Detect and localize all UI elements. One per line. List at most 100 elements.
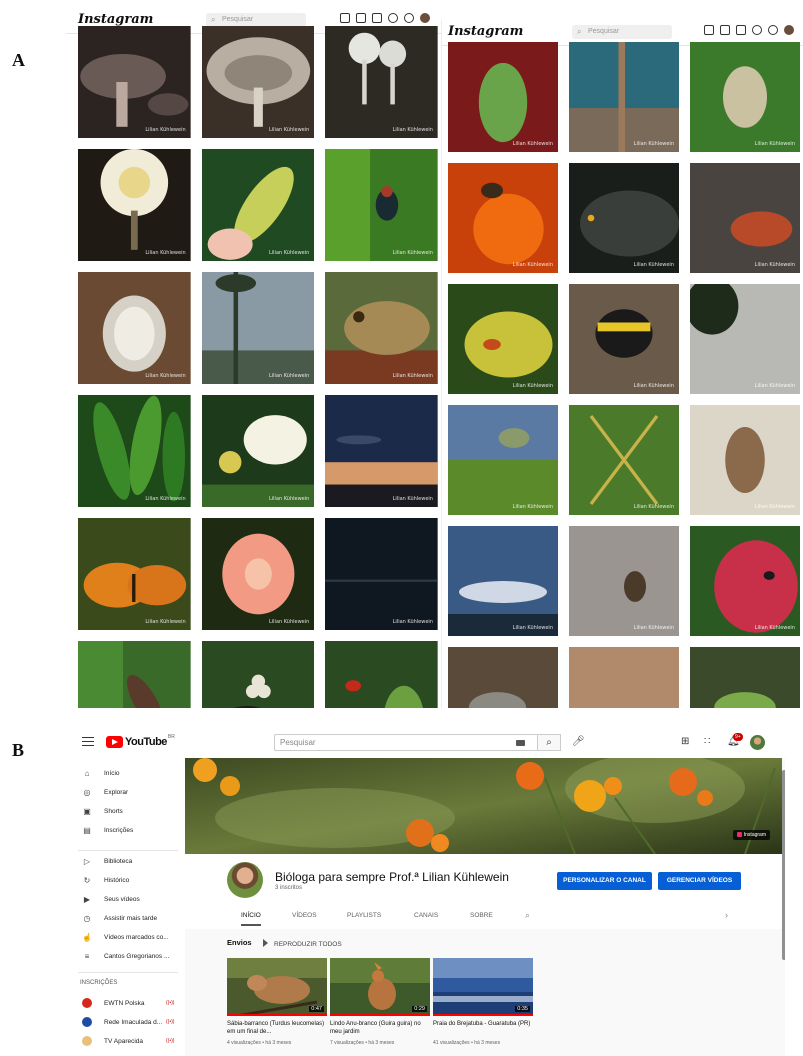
microphone-icon[interactable]: 🎤︎ xyxy=(572,736,585,747)
photo-tile-l10[interactable]: Lilian Kühlewein xyxy=(78,395,191,507)
subscription-item[interactable]: Rede Imaculada d... ((•)) xyxy=(70,1015,185,1029)
sidebar-item[interactable]: ↻ Histórico xyxy=(70,873,185,887)
tab-channels[interactable]: CANAIS xyxy=(414,912,438,919)
video-thumbnail[interactable]: 0:47 xyxy=(227,958,327,1016)
photo-tile-l7[interactable]: Lilian Kühlewein xyxy=(78,272,191,384)
photo-watermark: Lilian Kühlewein xyxy=(268,373,310,379)
page-scrollbar[interactable] xyxy=(782,770,785,960)
heart-icon[interactable] xyxy=(404,13,414,23)
sidebar-item[interactable]: ▤ Inscrições xyxy=(70,823,185,837)
heart-icon[interactable] xyxy=(768,25,778,35)
video-card[interactable]: 0:47 Sábia-barranco (Turdus leucomelas) … xyxy=(227,958,327,1046)
photo-tile-l14[interactable]: Lilian Kühlewein xyxy=(201,518,315,630)
video-thumbnail[interactable]: 0:35 xyxy=(433,958,533,1016)
home-icon[interactable] xyxy=(704,25,714,35)
photo-tile-l11[interactable]: Lilian Kühlewein xyxy=(201,395,315,507)
account-avatar[interactable] xyxy=(750,735,765,750)
tab-home[interactable]: INÍCIO xyxy=(241,912,261,926)
profile-avatar[interactable] xyxy=(420,13,430,23)
search-input[interactable]: Pesquisar xyxy=(206,13,306,27)
photo-tile-r4[interactable]: Lilian Kühlewein xyxy=(448,163,558,273)
sidebar-item[interactable]: ☝ Vídeos marcados co... xyxy=(70,930,185,944)
keyboard-icon[interactable] xyxy=(516,740,525,746)
photo-tile-r14[interactable]: Lilian Kühlewein xyxy=(569,526,679,636)
photo-tile-r10[interactable]: Lilian Kühlewein xyxy=(448,405,558,515)
photo-tile-l3[interactable]: Lilian Kühlewein xyxy=(325,26,438,138)
photo-tile-l2[interactable]: Lilian Kühlewein xyxy=(201,26,315,138)
photo-tile-r6[interactable]: Lilian Kühlewein xyxy=(690,163,800,273)
sidebar-item-label: Explorar xyxy=(104,788,129,796)
photo-tile-l18[interactable]: Lilian Kühlewein xyxy=(325,641,438,708)
search-input[interactable]: Pesquisar xyxy=(274,734,538,751)
tab-about[interactable]: SOBRE xyxy=(470,912,493,919)
channel-avatar[interactable] xyxy=(227,862,263,898)
subscription-item[interactable]: EWTN Polska ((•)) xyxy=(70,996,185,1010)
photo-tile-l8[interactable]: Lilian Kühlewein xyxy=(201,272,315,384)
manage-videos-button[interactable]: GERENCIAR VÍDEOS xyxy=(658,872,741,890)
video-title[interactable]: Lindo Anu-branco (Guira guira) no meu ja… xyxy=(330,1020,430,1036)
sidebar-item[interactable]: ⌂ Início xyxy=(70,766,185,780)
direct-icon[interactable] xyxy=(720,25,730,35)
photo-tile-l1[interactable]: Lilian Kühlewein xyxy=(78,26,191,138)
apps-icon[interactable]: ∷ xyxy=(704,736,710,747)
photo-tile-l12[interactable]: Lilian Kühlewein xyxy=(325,395,438,507)
create-video-icon[interactable]: ⊞ xyxy=(681,736,689,747)
customize-channel-button[interactable]: PERSONALIZAR O CANAL xyxy=(557,872,652,890)
new-post-icon[interactable] xyxy=(736,25,746,35)
photo-tile-r16[interactable]: Lilian Kühlewein xyxy=(448,647,558,708)
sidebar-item[interactable]: ◷ Assistir mais tarde xyxy=(70,911,185,925)
sidebar-item[interactable]: ▶ Seus vídeos xyxy=(70,892,185,906)
youtube-logo[interactable]: YouTube BR xyxy=(106,734,175,748)
profile-avatar[interactable] xyxy=(784,25,794,35)
new-post-icon[interactable] xyxy=(372,13,382,23)
photo-tile-l15[interactable]: Lilian Kühlewein xyxy=(325,518,438,630)
video-title[interactable]: Sábia-barranco (Turdus leucomelas) em um… xyxy=(227,1020,327,1036)
photo-tile-r7[interactable]: Lilian Kühlewein xyxy=(448,284,558,394)
photo-tile-l4[interactable]: Lilian Kühlewein xyxy=(78,149,191,261)
tab-videos[interactable]: VÍDEOS xyxy=(292,912,317,919)
explore-icon[interactable] xyxy=(388,13,398,23)
tab-playlists[interactable]: PLAYLISTS xyxy=(347,912,381,919)
photo-tile-r8[interactable]: Lilian Kühlewein xyxy=(569,284,679,394)
photo-tile-r3[interactable]: Lilian Kühlewein xyxy=(690,42,800,152)
photo-tile-r15[interactable]: Lilian Kühlewein xyxy=(690,526,800,636)
search-input[interactable]: Pesquisar xyxy=(572,25,672,39)
play-all-button[interactable]: REPRODUZIR TODOS xyxy=(263,939,342,948)
menu-icon[interactable] xyxy=(82,737,94,746)
photo-image xyxy=(325,149,438,261)
chevron-right-icon[interactable]: › xyxy=(725,910,728,920)
photo-tile-r2[interactable]: Lilian Kühlewein xyxy=(569,42,679,152)
search-button[interactable]: ⌕ xyxy=(538,734,561,751)
instagram-link[interactable]: Instagram xyxy=(732,830,770,840)
sidebar-item[interactable]: ▣ Shorts xyxy=(70,804,185,818)
home-icon[interactable] xyxy=(340,13,350,23)
channel-search-icon[interactable]: ⌕ xyxy=(525,910,530,921)
photo-image xyxy=(569,284,679,394)
sidebar-item[interactable]: ≡ Cantos Gregorianos ... xyxy=(70,949,185,963)
photo-tile-r13[interactable]: Lilian Kühlewein xyxy=(448,526,558,636)
explore-icon[interactable] xyxy=(752,25,762,35)
photo-tile-l9[interactable]: Lilian Kühlewein xyxy=(325,272,438,384)
photo-tile-l17[interactable]: Lilian Kühlewein xyxy=(201,641,315,708)
subscription-item[interactable]: TV Aparecida ((•)) xyxy=(70,1034,185,1048)
sidebar-item[interactable]: ▷ Biblioteca xyxy=(70,854,185,868)
instagram-logo[interactable]: Instagram xyxy=(78,12,153,27)
photo-tile-r12[interactable]: Lilian Kühlewein xyxy=(690,405,800,515)
photo-tile-r11[interactable]: Lilian Kühlewein xyxy=(569,405,679,515)
photo-tile-l6[interactable]: Lilian Kühlewein xyxy=(325,149,438,261)
video-card[interactable]: 0:35 Praia do Brejatuba - Guaratuba (PR)… xyxy=(433,958,533,1046)
photo-tile-r18[interactable]: Lilian Kühlewein xyxy=(690,647,800,708)
photo-tile-r1[interactable]: Lilian Kühlewein xyxy=(448,42,558,152)
photo-tile-r5[interactable]: Lilian Kühlewein xyxy=(569,163,679,273)
direct-icon[interactable] xyxy=(356,13,366,23)
video-title[interactable]: Praia do Brejatuba - Guaratuba (PR) xyxy=(433,1020,533,1036)
photo-tile-l5[interactable]: Lilian Kühlewein xyxy=(201,149,315,261)
photo-tile-l16[interactable]: Lilian Kühlewein xyxy=(78,641,191,708)
photo-tile-r9[interactable]: Lilian Kühlewein xyxy=(690,284,800,394)
video-card[interactable]: 0:29 Lindo Anu-branco (Guira guira) no m… xyxy=(330,958,430,1046)
photo-tile-r17[interactable]: Lilian Kühlewein xyxy=(569,647,679,708)
video-thumbnail[interactable]: 0:29 xyxy=(330,958,430,1016)
sidebar-item[interactable]: ◎ Explorar xyxy=(70,785,185,799)
photo-tile-l13[interactable]: Lilian Kühlewein xyxy=(78,518,191,630)
instagram-logo[interactable]: Instagram xyxy=(448,24,523,39)
